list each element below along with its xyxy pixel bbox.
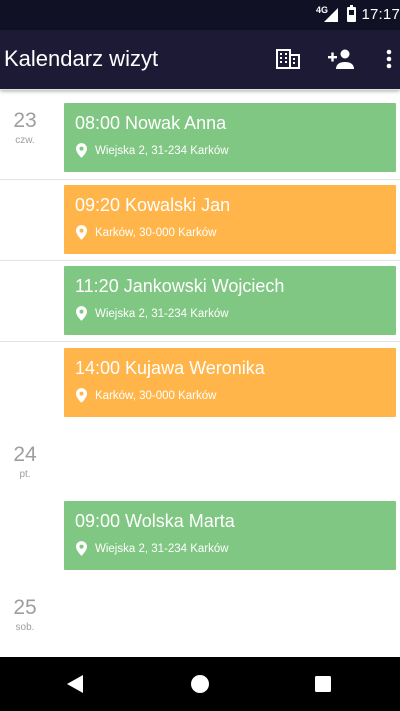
day-label: 25 sob.	[0, 596, 50, 633]
more-vert-icon[interactable]	[374, 44, 400, 74]
location-pin-icon	[76, 225, 87, 240]
divider	[0, 341, 400, 342]
event-card[interactable]: 08:00 Nowak Anna Wiejska 2, 31-234 Karkó…	[64, 103, 396, 172]
event-location: Wiejska 2, 31-234 Karków	[76, 541, 229, 556]
app-bar: Kalendarz wizyt	[0, 30, 400, 89]
event-card[interactable]: 09:00 Wolska Marta Wiejska 2, 31-234 Kar…	[64, 501, 396, 570]
day-label: 23 czw.	[0, 109, 50, 146]
event-title: 09:20 Kowalski Jan	[75, 195, 231, 215]
location-text: Wiejska 2, 31-234 Karków	[95, 542, 229, 555]
navigation-bar	[0, 657, 400, 711]
signal-icon	[324, 8, 338, 22]
event-card[interactable]: 11:20 Jankowski Wojciech Wiejska 2, 31-2…	[64, 266, 396, 335]
event-location: Wiejska 2, 31-234 Karków	[76, 143, 229, 158]
event-card[interactable]: 09:20 Kowalski Jan Karków, 30-000 Karków	[64, 185, 396, 254]
event-title: 11:20 Jankowski Wojciech	[75, 276, 285, 296]
agenda-list[interactable]: 23 czw. 08:00 Nowak Anna Wiejska 2, 31-2…	[0, 89, 400, 657]
location-text: Karków, 30-000 Karków	[95, 226, 217, 239]
home-icon[interactable]	[187, 671, 213, 697]
page-title: Kalendarz wizyt	[4, 46, 159, 71]
divider	[0, 260, 400, 261]
add-person-icon[interactable]	[327, 44, 357, 74]
day-label: 24 pt.	[0, 443, 50, 480]
location-pin-icon	[76, 143, 87, 158]
event-location: Karków, 30-000 Karków	[76, 388, 216, 403]
day-number: 24	[13, 443, 37, 466]
status-bar: 4G 17:17	[0, 0, 400, 30]
location-pin-icon	[76, 306, 87, 321]
back-icon[interactable]	[62, 671, 88, 697]
weekday-label: pt.	[19, 469, 31, 480]
event-title: 08:00 Nowak Anna	[75, 113, 227, 133]
recents-icon[interactable]	[310, 671, 336, 697]
event-card[interactable]: 14:00 Kujawa Weronika Karków, 30-000 Kar…	[64, 348, 396, 417]
location-pin-icon	[76, 388, 87, 403]
location-text: Wiejska 2, 31-234 Karków	[95, 144, 229, 157]
location-text: Karków, 30-000 Karków	[95, 389, 217, 402]
location-pin-icon	[76, 541, 87, 556]
location-text: Wiejska 2, 31-234 Karków	[95, 307, 229, 320]
weekday-label: sob.	[15, 622, 35, 633]
event-title: 09:00 Wolska Marta	[75, 511, 235, 531]
battery-icon	[347, 5, 356, 22]
clock: 17:17	[361, 6, 400, 23]
day-number: 25	[13, 596, 37, 619]
event-location: Wiejska 2, 31-234 Karków	[76, 306, 229, 321]
divider	[0, 179, 400, 180]
event-location: Karków, 30-000 Karków	[76, 225, 216, 240]
divider	[0, 89, 400, 90]
weekday-label: czw.	[15, 135, 35, 146]
office-building-icon[interactable]	[273, 44, 303, 74]
day-number: 23	[13, 109, 37, 132]
event-title: 14:00 Kujawa Weronika	[75, 358, 265, 378]
